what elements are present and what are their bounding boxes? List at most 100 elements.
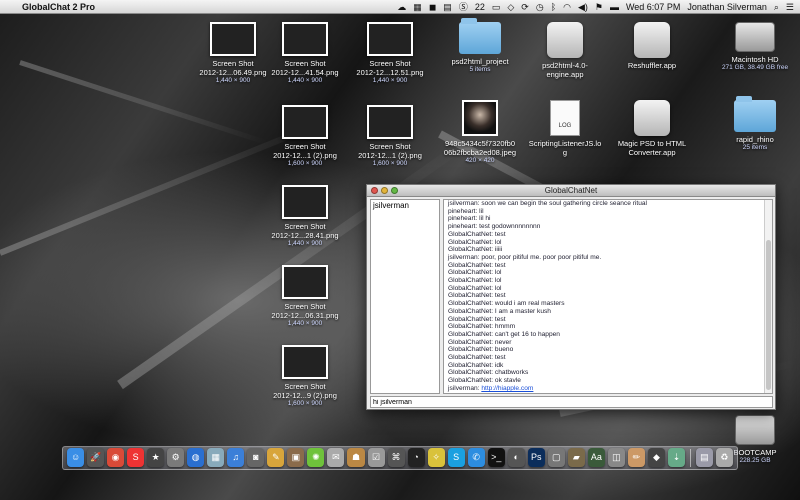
user-menu[interactable]: Jonathan Silverman — [687, 0, 767, 14]
desktop-icon[interactable]: 948c5434c5f7320fb0 06b2fbcba2ed08.jpeg 420… — [440, 100, 520, 165]
clock-icon[interactable]: ◔ — [407, 448, 425, 467]
photo-icon[interactable]: ▣ — [287, 448, 305, 467]
message-input[interactable] — [370, 396, 773, 408]
user-list[interactable]: jsilverman — [370, 199, 440, 394]
time-machine-icon[interactable]: ◷ — [536, 0, 544, 14]
window-icon[interactable]: ▢ — [547, 448, 565, 467]
desktop-icon-label: g — [562, 148, 568, 157]
volume-icon[interactable]: ◀) — [578, 0, 588, 14]
dropbox-icon[interactable]: ◇ — [507, 0, 514, 14]
desktop-icon-info: 1,440 × 900 — [215, 77, 251, 84]
notification-center-icon[interactable]: ☰ — [786, 0, 794, 14]
app2-icon[interactable]: ◆ — [647, 448, 665, 467]
bluetooth-icon[interactable]: ᛒ — [551, 0, 556, 14]
message-link[interactable]: http://hiapple.com — [481, 385, 533, 392]
skype-icon[interactable]: S — [447, 448, 465, 467]
desktop-icon[interactable]: psd2html_project 5 items — [440, 18, 520, 74]
message-text: jsilverman: — [448, 384, 482, 392]
desktop-icon[interactable]: Screen Shot 2012-12...41.54.png 1,440 × 90… — [265, 22, 345, 85]
chat-message: GlobalChatNet: can't get 16 to happen — [448, 330, 560, 338]
chat-log[interactable]: jsilverman: soon we can begin the soul g… — [443, 199, 773, 394]
desktop-icon[interactable]: Screen Shot 2012-12...1 (2).png 1,600 × 90… — [265, 105, 345, 168]
user-list-item[interactable]: jsilverman — [373, 201, 437, 210]
notes-icon[interactable]: ✎ — [267, 448, 285, 467]
star-icon[interactable]: ★ — [147, 448, 165, 467]
calendar-icon[interactable]: ▤ — [443, 0, 452, 14]
desktop-icon[interactable]: Macintosh HD 271 GB, 38.49 GB free — [715, 22, 795, 72]
system-icon[interactable]: ⌘ — [387, 448, 405, 467]
desktop-icon[interactable]: Screen Shot 2012-12...06.49.png 1,440 × 90… — [193, 22, 273, 85]
desktop-icon[interactable]: Screen Shot 2012-12...06.31.png 1,440 × 90… — [265, 265, 345, 328]
camera-icon[interactable]: ◙ — [247, 448, 265, 467]
scroll-knob[interactable] — [766, 240, 771, 390]
chat-message: GlobalChatNet: idk — [448, 361, 504, 369]
desktop-icon-label: 2012-12...41.54.png — [271, 68, 339, 77]
chat-message: GlobalChatNet: test — [448, 315, 506, 323]
screenshot-thumbnail — [282, 22, 328, 56]
checklist-icon[interactable]: ☑ — [367, 448, 385, 467]
chat-message: GlobalChatNet: lol — [448, 238, 502, 246]
chat-message: GlobalChatNet: chatbworks — [448, 369, 529, 377]
desktop-icon[interactable]: Reshuffler.app — [612, 22, 692, 70]
chat-icon[interactable]: ✆ — [467, 448, 485, 467]
app-icon — [634, 22, 670, 58]
screenshot-thumbnail — [282, 185, 328, 219]
sync-icon[interactable]: ⟳ — [521, 0, 529, 14]
cloud-icon[interactable]: ☁ — [397, 0, 406, 14]
preview-icon[interactable]: ◫ — [607, 448, 625, 467]
notification-icon[interactable]: ◼ — [429, 0, 436, 14]
grid-icon[interactable]: ▦ — [413, 0, 422, 14]
slides-icon[interactable]: S — [127, 448, 145, 467]
folder-icon[interactable]: ▰ — [567, 448, 585, 467]
pencil-icon[interactable]: ✏ — [627, 448, 645, 467]
desktop-icon-label: 2012-12...06.49.png — [199, 68, 267, 77]
chat-message: GlobalChatNet: I am a master kush — [448, 307, 551, 315]
flag-icon[interactable]: ⚑ — [595, 0, 603, 14]
desktop-icon-label: Screen Shot — [284, 222, 326, 231]
skype-status-icon[interactable]: Ⓢ — [459, 0, 468, 14]
desktop-icon-info: 1,440 × 900 — [287, 240, 323, 247]
calendar-icon[interactable]: ▦ — [207, 448, 225, 467]
desktop-icon[interactable]: Screen Shot 2012-12...9 (2).png 1,600 × 90… — [265, 345, 345, 408]
desktop-icon[interactable]: psd2html-4.0- engine.app — [525, 22, 605, 79]
bulb-icon[interactable]: ✧ — [427, 448, 445, 467]
desktop-icon[interactable]: Magic PSD to HTML Converter.app — [612, 100, 692, 157]
contacts-icon[interactable]: ☗ — [347, 448, 365, 467]
desktop-icon[interactable]: rapid_rhino 25 items — [715, 96, 795, 152]
chat-message: GlobalChatNet: test — [448, 261, 506, 269]
mail-icon[interactable]: ✉ — [327, 448, 345, 467]
chat-message: GlobalChatNet: iiiii — [448, 246, 503, 254]
desktop-icon[interactable]: Screen Shot 2012-12...12.51.png 1,440 × 90… — [350, 22, 430, 85]
dictionary-icon[interactable]: Aa — [587, 448, 605, 467]
finder-icon[interactable]: ☺ — [67, 448, 85, 467]
docs-icon[interactable]: ▤ — [695, 448, 713, 467]
launchpad-icon[interactable]: 🚀 — [87, 448, 105, 467]
photoshop-icon[interactable]: Ps — [527, 448, 545, 467]
clock[interactable]: Wed 6:07 PM — [626, 0, 680, 14]
settings-icon[interactable]: ⚙ — [167, 448, 185, 467]
terminal-icon[interactable]: >_ — [487, 448, 505, 467]
chat-message: GlobalChatNet: bueno — [448, 346, 514, 354]
desktop-icon-info: 1,600 × 900 — [372, 160, 408, 167]
desktop-icon-info: 271 GB, 38.49 GB free — [721, 64, 789, 71]
badge-count[interactable]: 22 — [475, 0, 485, 14]
hard-drive-icon — [735, 415, 775, 445]
chrome-icon[interactable]: ◉ — [107, 448, 125, 467]
trash-icon[interactable]: ♻ — [715, 448, 733, 467]
desktop-icon[interactable]: Screen Shot 2012-12...28.41.png 1,440 × 90… — [265, 185, 345, 248]
desktop-icon[interactable]: LOG ScriptingListenerJS.lo g — [525, 100, 605, 157]
downloads-icon[interactable]: ⇣ — [667, 448, 685, 467]
spotlight-icon[interactable]: ⌕ — [774, 0, 779, 14]
spy-icon[interactable]: ◐ — [507, 448, 525, 467]
app-name-menu[interactable]: GlobalChat 2 Pro — [22, 0, 95, 14]
lime-icon[interactable]: ✺ — [307, 448, 325, 467]
desktop-icon-info: 1,440 × 900 — [372, 77, 408, 84]
chat-scrollbar[interactable] — [764, 200, 772, 393]
battery-icon[interactable]: ▬ — [610, 0, 619, 14]
music-icon[interactable]: ♫ — [227, 448, 245, 467]
monitor-icon[interactable]: ▭ — [492, 0, 501, 14]
desktop-icon[interactable]: Screen Shot 2012-12...1 (2).png 1,600 × 90… — [350, 105, 430, 168]
window-titlebar[interactable]: GlobalChatNet — [367, 185, 775, 197]
globe-icon[interactable]: ◍ — [187, 448, 205, 467]
wifi-icon[interactable]: ◠ — [563, 0, 571, 14]
